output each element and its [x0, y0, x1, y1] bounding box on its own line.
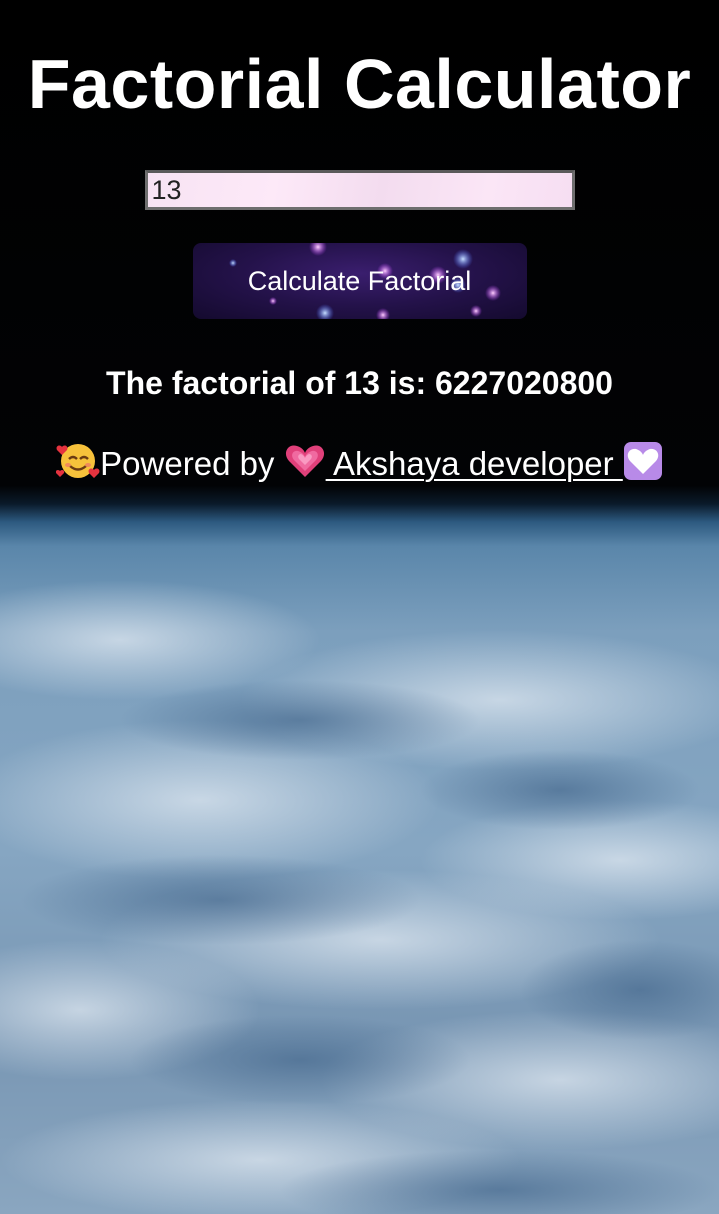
- developer-link-label: Akshaya developer: [325, 445, 623, 482]
- white-heart-icon: [623, 441, 663, 491]
- powered-by-label: Powered by: [100, 445, 284, 482]
- page-title: Factorial Calculator: [27, 45, 692, 123]
- smiling-face-with-hearts-icon: [55, 437, 100, 491]
- result-text: The factorial of 13 is: 6227020800: [106, 365, 613, 401]
- number-input[interactable]: [144, 170, 575, 210]
- main-container: Factorial Calculator 13 Calculate Factor…: [0, 0, 719, 491]
- developer-link[interactable]: Akshaya developer: [284, 442, 663, 482]
- powered-by-line: Powered by Akshaya developer: [0, 437, 719, 491]
- input-row: [0, 170, 719, 210]
- button-row: Calculate Factorial: [0, 243, 719, 319]
- growing-heart-icon: [284, 441, 326, 491]
- calculate-factorial-button[interactable]: Calculate Factorial: [192, 243, 527, 319]
- calculate-button-label: Calculate Factorial: [247, 265, 472, 296]
